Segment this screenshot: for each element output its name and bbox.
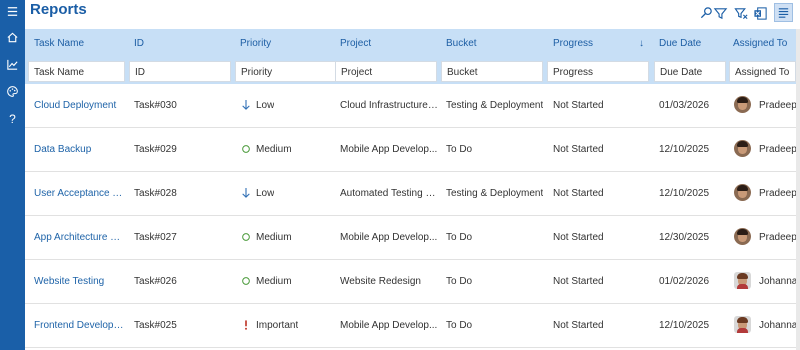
due-date: 01/03/2026 xyxy=(659,100,710,111)
filter-assigned-to[interactable]: Assigned To xyxy=(729,61,796,82)
filter-clear-icon[interactable] xyxy=(732,4,750,22)
circle-icon xyxy=(240,230,252,244)
bucket-name: Testing & Deployment xyxy=(446,100,544,111)
task-name-link[interactable]: User Acceptance Te... xyxy=(34,188,126,199)
project-name: Website Redesign xyxy=(340,276,421,287)
exclamation-icon xyxy=(240,318,252,332)
task-name-link[interactable]: Data Backup xyxy=(34,144,126,155)
arrow-down-icon xyxy=(240,186,252,200)
help-icon[interactable]: ? xyxy=(4,110,21,127)
project-name: Mobile App Develop... xyxy=(340,144,438,155)
filter-icon[interactable] xyxy=(711,4,729,22)
bucket-name: To Do xyxy=(446,276,473,287)
column-header-project[interactable]: Project xyxy=(340,38,371,49)
home-icon[interactable] xyxy=(4,29,21,46)
column-header-progress[interactable]: Progress xyxy=(553,38,593,49)
avatar xyxy=(734,96,751,113)
table-row[interactable]: Frontend Developm... Task#025 Important … xyxy=(25,304,800,348)
project-name: Mobile App Develop... xyxy=(340,320,438,331)
task-id: Task#026 xyxy=(134,276,177,287)
project-name: Cloud Infrastructure ... xyxy=(340,100,438,111)
priority-label: Medium xyxy=(256,144,292,155)
filter-due-date[interactable]: Due Date xyxy=(654,61,726,82)
top-bar: Reports xyxy=(25,0,800,29)
export-excel-icon[interactable] xyxy=(751,4,769,22)
due-date: 12/30/2025 xyxy=(659,232,710,243)
progress-status: Not Started xyxy=(553,276,604,287)
progress-status: Not Started xyxy=(553,144,604,155)
column-header-task-name[interactable]: Task Name xyxy=(34,38,84,49)
task-table-body: Cloud Deployment Task#030 Low Cloud Infr… xyxy=(25,84,800,348)
column-header-assigned-to[interactable]: Assigned To xyxy=(733,38,787,49)
avatar xyxy=(734,228,751,245)
progress-status: Not Started xyxy=(553,232,604,243)
page-title: Reports xyxy=(30,1,87,18)
progress-status: Not Started xyxy=(553,100,604,111)
table-row[interactable]: Cloud Deployment Task#030 Low Cloud Infr… xyxy=(25,84,800,128)
filter-id[interactable]: ID xyxy=(129,61,231,82)
task-id: Task#030 xyxy=(134,100,177,111)
due-date: 12/10/2025 xyxy=(659,144,710,155)
due-date: 01/02/2026 xyxy=(659,276,710,287)
bucket-name: To Do xyxy=(446,320,473,331)
filter-priority[interactable]: Priority xyxy=(235,61,337,82)
avatar xyxy=(734,316,751,333)
bucket-name: To Do xyxy=(446,144,473,155)
priority-label: Medium xyxy=(256,276,292,287)
priority-label: Low xyxy=(256,188,275,199)
table-row[interactable]: Data Backup Task#029 Medium Mobile App D… xyxy=(25,128,800,172)
menu-icon[interactable] xyxy=(4,3,21,20)
circle-icon xyxy=(240,274,252,288)
assignee-name: Johanna L xyxy=(759,276,800,287)
task-id: Task#025 xyxy=(134,320,177,331)
assignee-name: Pradeep C xyxy=(759,100,800,111)
filter-bucket[interactable]: Bucket xyxy=(441,61,543,82)
avatar xyxy=(734,272,751,289)
avatar xyxy=(734,184,751,201)
project-name: Automated Testing Pl... xyxy=(340,188,438,199)
reports-app: ? Reports Task Name ID Priority Project … xyxy=(0,0,800,350)
priority-label: Medium xyxy=(256,232,292,243)
arrow-down-icon xyxy=(240,98,252,112)
due-date: 12/10/2025 xyxy=(659,188,710,199)
assignee-name: Pradeep C xyxy=(759,232,800,243)
task-name-link[interactable]: Frontend Developm... xyxy=(34,320,126,331)
task-name-link[interactable]: Website Testing xyxy=(34,276,126,287)
task-id: Task#027 xyxy=(134,232,177,243)
task-name-link[interactable]: Cloud Deployment xyxy=(34,100,126,111)
due-date: 12/10/2025 xyxy=(659,320,710,331)
project-name: Mobile App Develop... xyxy=(340,232,438,243)
assignee-name: Johanna L xyxy=(759,320,800,331)
progress-status: Not Started xyxy=(553,320,604,331)
circle-icon xyxy=(240,142,252,156)
task-name-link[interactable]: App Architecture Pl... xyxy=(34,232,126,243)
column-header-priority[interactable]: Priority xyxy=(240,38,271,49)
vertical-scrollbar[interactable] xyxy=(796,29,800,350)
filter-task-name[interactable]: Task Name xyxy=(28,61,125,82)
filter-progress[interactable]: Progress xyxy=(547,61,649,82)
bucket-name: To Do xyxy=(446,232,473,243)
table-row[interactable]: App Architecture Pl... Task#027 Medium M… xyxy=(25,216,800,260)
bucket-name: Testing & Deployment xyxy=(446,188,544,199)
left-nav-rail: ? xyxy=(0,0,25,350)
sort-descending-icon[interactable]: ↓ xyxy=(639,38,644,49)
priority-label: Low xyxy=(256,100,275,111)
table-row[interactable]: Website Testing Task#026 Medium Website … xyxy=(25,260,800,304)
view-toggle-icon[interactable] xyxy=(774,3,793,22)
avatar xyxy=(734,140,751,157)
progress-status: Not Started xyxy=(553,188,604,199)
filter-project[interactable]: Project xyxy=(335,61,437,82)
palette-icon[interactable] xyxy=(4,83,21,100)
table-row[interactable]: User Acceptance Te... Task#028 Low Autom… xyxy=(25,172,800,216)
task-id: Task#028 xyxy=(134,188,177,199)
column-header-id[interactable]: ID xyxy=(134,38,144,49)
assignee-name: Pradeep C xyxy=(759,144,800,155)
column-header-bucket[interactable]: Bucket xyxy=(446,38,477,49)
grid-header: Task Name ID Priority Project Bucket Pro… xyxy=(25,29,800,84)
chart-icon[interactable] xyxy=(4,56,21,73)
priority-label: Important xyxy=(256,320,299,331)
column-header-due-date[interactable]: Due Date xyxy=(659,38,701,49)
task-id: Task#029 xyxy=(134,144,177,155)
assignee-name: Pradeep C xyxy=(759,188,800,199)
